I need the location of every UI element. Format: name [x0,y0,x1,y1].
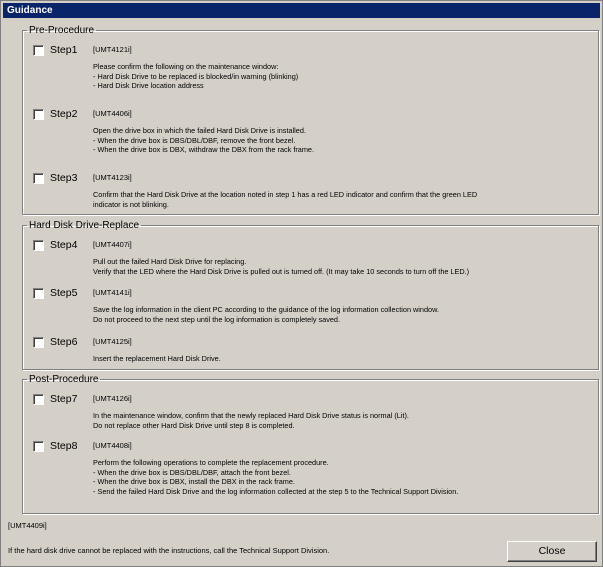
step-message-code: [UMT4121i] [93,45,132,54]
step-instructions: Perform the following operations to comp… [93,458,459,496]
step-message-code: [UMT4126i] [93,394,132,403]
step-message-code: [UMT4123i] [93,173,132,182]
group-post-procedure: Post-Procedure Step7 [UMT4126i] In the m… [22,374,599,514]
step-label[interactable]: Step4 [50,239,77,252]
group-pre-procedure: Pre-Procedure Step1 [UMT4121i] Please co… [22,25,599,215]
guidance-window: Guidance Pre-Procedure Step1 [UMT4121i] … [0,0,603,567]
step-label[interactable]: Step5 [50,287,77,300]
step-instructions: Open the drive box in which the failed H… [93,126,315,155]
group-hdd-replace: Hard Disk Drive-Replace Step4 [UMT4407i]… [22,220,599,370]
footer-message-code: [UMT4409i] [8,521,47,530]
step-message-code: [UMT4407i] [93,240,132,249]
step-label[interactable]: Step8 [50,440,77,453]
step-instructions: Confirm that the Hard Disk Drive at the … [93,190,478,209]
step3-checkbox[interactable] [33,173,44,184]
step-instructions: Insert the replacement Hard Disk Drive. [93,354,221,363]
step-label[interactable]: Step7 [50,393,77,406]
step7-checkbox[interactable] [33,394,44,405]
step-label[interactable]: Step1 [50,44,77,57]
step4-checkbox[interactable] [33,240,44,251]
step-instructions: In the maintenance window, confirm that … [93,411,409,430]
step-instructions: Pull out the failed Hard Disk Drive for … [93,257,470,276]
step2-checkbox[interactable] [33,109,44,120]
step1-checkbox[interactable] [33,45,44,56]
group-legend: Post-Procedure [29,374,99,385]
window-title: Guidance [3,3,600,18]
footer-instructions: If the hard disk drive cannot be replace… [8,546,330,555]
step-message-code: [UMT4141i] [93,288,132,297]
step-label[interactable]: Step6 [50,336,77,349]
step6-checkbox[interactable] [33,337,44,348]
step-label[interactable]: Step3 [50,172,77,185]
step-instructions: Please confirm the following on the main… [93,62,299,91]
step-instructions: Save the log information in the client P… [93,305,439,324]
group-legend: Pre-Procedure [29,25,95,36]
step8-checkbox[interactable] [33,441,44,452]
step5-checkbox[interactable] [33,288,44,299]
close-button[interactable]: Close [507,541,597,562]
step-message-code: [UMT4408i] [93,441,132,450]
step-label[interactable]: Step2 [50,108,77,121]
step-message-code: [UMT4406i] [93,109,132,118]
step-message-code: [UMT4125i] [93,337,132,346]
group-legend: Hard Disk Drive-Replace [29,220,140,231]
